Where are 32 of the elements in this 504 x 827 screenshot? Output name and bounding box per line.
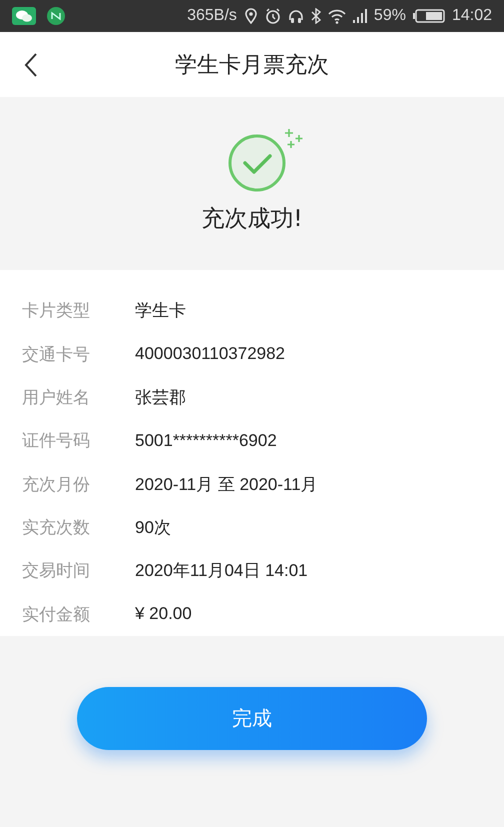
wifi-icon xyxy=(328,8,346,24)
field-value: 学生卡 xyxy=(135,300,186,322)
clock: 14:02 xyxy=(452,7,492,25)
battery-icon xyxy=(412,9,445,23)
field-label: 用户姓名 xyxy=(22,386,91,409)
alarm-icon xyxy=(264,8,281,24)
bluetooth-icon xyxy=(310,8,321,24)
done-button[interactable]: 完成 xyxy=(77,687,427,750)
field-value: 5001**********6902 xyxy=(135,430,277,451)
field-label: 交易时间 xyxy=(22,560,91,582)
field-label: 证件号码 xyxy=(22,430,91,452)
field-value: 张芸郡 xyxy=(135,386,186,409)
signal-icon xyxy=(352,9,367,23)
field-label: 实付金额 xyxy=(22,604,91,626)
page-title: 学生卡月票充次 xyxy=(175,52,329,80)
field-value: ¥ 20.00 xyxy=(135,604,192,624)
chat-app-icon xyxy=(12,7,36,25)
field-value: 4000030110372982 xyxy=(135,344,286,364)
field-value: 2020-11月 至 2020-11月 xyxy=(135,474,318,496)
headphones-icon xyxy=(288,8,304,24)
field-value: 2020年11月04日 14:01 xyxy=(135,560,308,582)
success-message: 充次成功! xyxy=(201,205,303,234)
network-speed: 365B/s xyxy=(187,7,237,25)
field-label: 实充次数 xyxy=(22,517,91,540)
back-icon xyxy=(24,52,38,78)
field-value: 90次 xyxy=(135,517,171,540)
battery-percent: 59% xyxy=(374,7,406,25)
field-label: 卡片类型 xyxy=(22,300,91,322)
field-label: 充次月份 xyxy=(22,474,91,496)
field-label: 交通卡号 xyxy=(22,344,91,366)
nfc-icon xyxy=(47,7,65,25)
location-icon xyxy=(244,8,258,24)
